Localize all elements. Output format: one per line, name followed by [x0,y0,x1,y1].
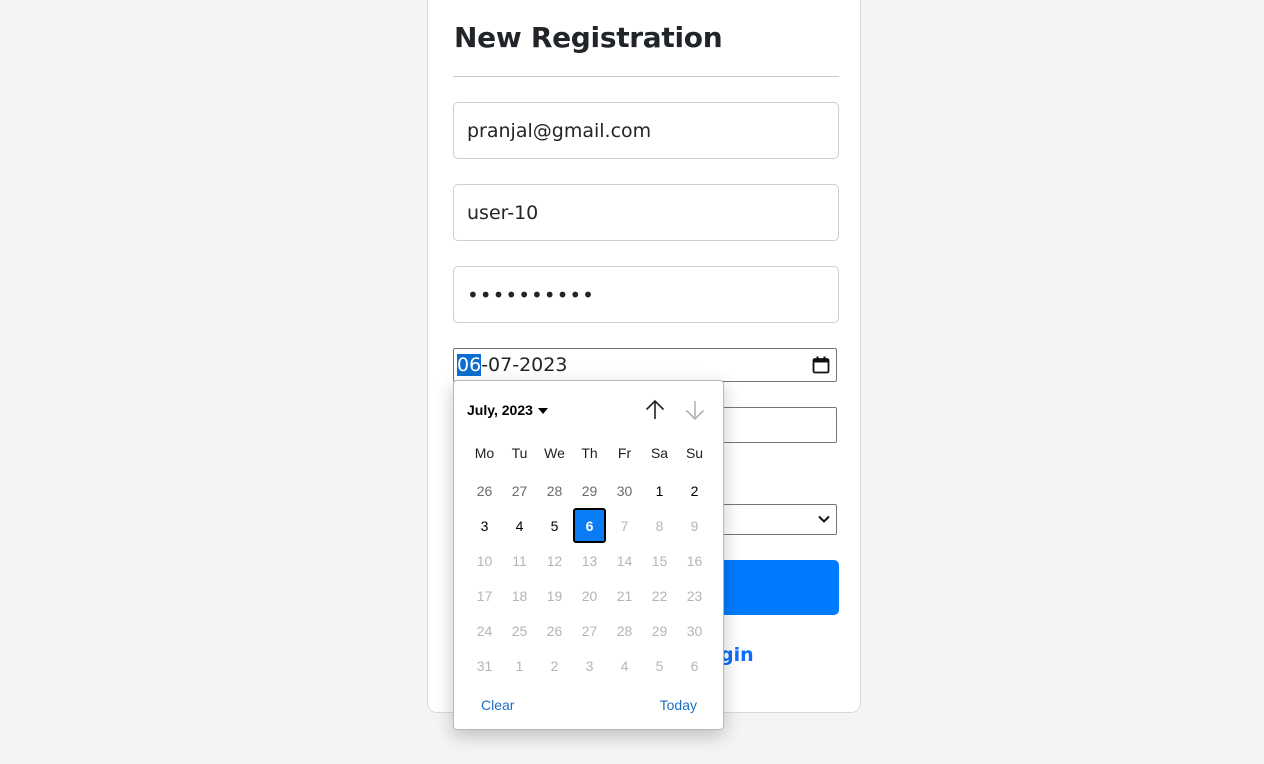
arrow-up-icon[interactable] [643,398,667,422]
calendar-day[interactable]: 1 [642,473,677,508]
calendar-day: 13 [581,552,598,569]
email-value: pranjal@gmail.com [467,119,652,142]
calendar-day[interactable]: 29 [572,473,607,508]
calendar-day[interactable]: 5 [537,508,572,543]
day-grid: 26 27 28 29 30 1 2 3 4 5 6 7 8 9 10 11 12 13 14 15 16 17 18 19 2… [467,473,712,683]
calendar-day: 28 [616,622,633,639]
calendar-day[interactable]: 26 [467,473,502,508]
calendar-day: 27 [581,622,598,639]
calendar-day: 8 [655,517,664,534]
month-year-label: July, 2023 [467,402,533,418]
calendar-day: 15 [651,552,668,569]
calendar-day: 6 [690,657,699,674]
calendar-day: 3 [585,657,594,674]
calendar-day: 17 [476,587,493,604]
calendar-day: 24 [476,622,493,639]
calendar-day: 31 [476,657,493,674]
today-button[interactable]: Today [660,697,697,713]
clear-button[interactable]: Clear [481,697,514,713]
calendar-day: 21 [616,587,633,604]
username-value: user-10 [467,201,539,224]
calendar-day: 22 [651,587,668,604]
weekday-label: Su [685,445,704,461]
date-rest-segment[interactable]: -07-2023 [481,354,567,376]
calendar-day[interactable]: 4 [502,508,537,543]
date-day-segment[interactable]: 06 [457,354,482,376]
calendar-day: 10 [476,552,493,569]
weekday-label: Tu [511,445,528,461]
weekday-label: Fr [617,445,632,461]
calendar-day: 12 [546,552,563,569]
calendar-day[interactable]: 2 [677,473,712,508]
date-picker-popup: July, 2023 Mo Tu We Th Fr Sa Su 26 27 28 29 30 1 2 3 4… [453,380,724,730]
chevron-down-icon [818,515,830,523]
password-field[interactable]: •••••••••• [453,266,839,323]
calendar-day: 25 [511,622,528,639]
calendar-day: 20 [581,587,598,604]
calendar-day: 11 [512,552,527,569]
calendar-day: 18 [511,587,528,604]
password-value: •••••••••• [467,282,595,307]
calendar-day: 1 [515,657,524,674]
calendar-day: 9 [690,517,699,534]
title-divider [453,76,839,77]
weekday-label: Mo [474,445,495,461]
calendar-day: 29 [651,622,668,639]
calendar-day: 7 [620,517,629,534]
weekday-label: We [544,445,565,461]
username-field[interactable]: user-10 [453,184,839,241]
calendar-day: 30 [686,622,703,639]
selected-day[interactable]: 6 [573,508,606,543]
caret-down-icon [537,407,548,414]
calendar-day[interactable]: 30 [607,473,642,508]
calendar-day: 2 [550,657,559,674]
calendar-day: 26 [546,622,563,639]
date-of-birth-field[interactable]: 06 -07-2023 [453,348,837,382]
calendar-day[interactable]: 27 [502,473,537,508]
weekday-label: Sa [650,445,669,461]
calendar-day: 4 [620,657,629,674]
email-field[interactable]: pranjal@gmail.com [453,102,839,159]
calendar-day[interactable]: 3 [467,508,502,543]
calendar-day: 5 [655,657,664,674]
page-title: New Registration [454,21,723,54]
calendar-day: 19 [546,587,563,604]
calendar-day: 14 [616,552,633,569]
weekday-label: Th [581,445,598,461]
calendar-icon[interactable] [811,355,831,375]
arrow-down-icon[interactable] [683,398,707,422]
calendar-day[interactable]: 28 [537,473,572,508]
weekday-header: Mo Tu We Th Fr Sa Su [467,445,712,461]
calendar-day: 16 [686,552,703,569]
calendar-day: 23 [686,587,703,604]
month-year-dropdown[interactable]: July, 2023 [467,402,548,418]
login-link-text: gin [720,644,754,666]
